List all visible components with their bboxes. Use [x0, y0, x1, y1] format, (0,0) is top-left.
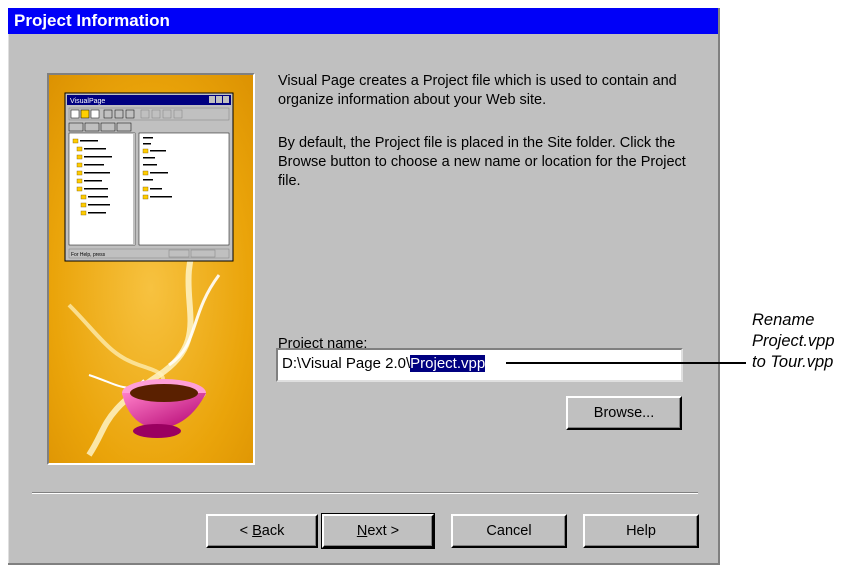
dialog-title: Project Information [8, 8, 718, 34]
project-information-dialog: Project Information VisualPage For Help,… [8, 8, 720, 565]
button-separator [32, 492, 698, 494]
splash-graphic: VisualPage For Help, press [49, 75, 253, 463]
app-status-text: For Help, press [71, 252, 106, 258]
browse-button[interactable]: Browse... [566, 396, 682, 430]
wizard-illustration: VisualPage For Help, press [47, 73, 255, 465]
cancel-button[interactable]: Cancel [451, 514, 567, 548]
default-location-description: By default, the Project file is placed i… [278, 135, 686, 189]
back-button[interactable]: < Back [206, 514, 318, 548]
project-name-selected-text: Project.vpp [410, 355, 486, 372]
next-button-mnemonic: N [356, 523, 368, 539]
callout-line-1: Rename [752, 311, 815, 329]
next-button[interactable]: Next > [321, 513, 435, 549]
back-button-prefix: < [239, 523, 253, 539]
back-button-mnemonic: B [252, 523, 262, 539]
project-name-input[interactable]: D:\Visual Page 2.0\Project.vpp [276, 348, 683, 382]
callout-line-2: Project.vpp [752, 332, 835, 350]
app-title-text: VisualPage [70, 98, 105, 105]
next-button-rest: ext > [367, 523, 400, 539]
help-button[interactable]: Help [583, 514, 699, 548]
callout-line-3: to Tour.vpp [752, 353, 834, 371]
rename-callout: Rename Project.vpp to Tour.vpp [752, 310, 835, 373]
callout-line [506, 362, 746, 364]
app-screenshot-thumbnail: VisualPage For Help, press [64, 92, 234, 262]
project-file-description: Visual Page creates a Project file which… [278, 73, 677, 108]
back-button-rest: ack [261, 523, 285, 539]
project-name-path-prefix: D:\Visual Page 2.0\ [282, 355, 411, 372]
